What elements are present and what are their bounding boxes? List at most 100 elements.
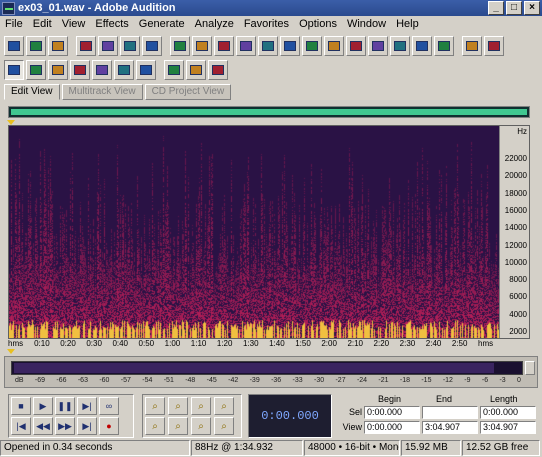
trim-icon xyxy=(306,41,318,51)
cd-button[interactable] xyxy=(48,36,68,56)
level-label: 0 xyxy=(517,377,521,384)
stop-icon: ■ xyxy=(18,401,24,411)
menu-generate[interactable]: Generate xyxy=(134,18,190,30)
zoom-out-button[interactable]: ⌕ xyxy=(168,397,188,415)
zoom-button[interactable] xyxy=(324,36,344,56)
favorites-button[interactable] xyxy=(164,60,184,80)
spectral-button[interactable] xyxy=(368,36,388,56)
wave-button[interactable] xyxy=(4,60,24,80)
zoom-full-button[interactable]: ⌕ xyxy=(191,397,211,415)
smpte-button[interactable] xyxy=(136,60,156,80)
menu-window[interactable]: Window xyxy=(342,18,391,30)
cut-button[interactable] xyxy=(142,36,162,56)
go-to-start-button[interactable]: |◀ xyxy=(11,417,31,435)
paste-button[interactable] xyxy=(258,36,278,56)
time-label: 2:00 xyxy=(321,339,337,348)
waveform-view-button[interactable] xyxy=(26,36,46,56)
menu-view[interactable]: View xyxy=(57,18,91,30)
record-button[interactable]: ● xyxy=(99,417,119,435)
loop-button[interactable]: ∞ xyxy=(99,397,119,415)
zoom-full-icon: ⌕ xyxy=(198,400,204,412)
fast-forward-button[interactable]: ▶▶ xyxy=(55,417,75,435)
go-to-end-button[interactable]: ▶| xyxy=(77,417,97,435)
marker-button[interactable] xyxy=(390,36,410,56)
marquee-tool-button[interactable] xyxy=(484,36,504,56)
play-button[interactable]: ▶ xyxy=(33,397,53,415)
stop-button[interactable]: ■ xyxy=(11,397,31,415)
sel-end-field[interactable] xyxy=(422,406,478,419)
meter-button[interactable] xyxy=(26,60,46,80)
new-file-button[interactable] xyxy=(76,36,96,56)
status-format: 48000 • 16-bit • Mono xyxy=(304,440,400,456)
zoom-in-vertical-icon: ⌕ xyxy=(152,420,158,432)
level-meter-reset-button[interactable] xyxy=(525,361,535,375)
menu-file[interactable]: File xyxy=(0,18,28,30)
hz-label: 18000 xyxy=(504,188,527,198)
menu-options[interactable]: Options xyxy=(294,18,342,30)
sel-length-field[interactable]: 0:00.000 xyxy=(480,406,536,419)
menu-effects[interactable]: Effects xyxy=(90,18,133,30)
zoom-out-vertical-button[interactable]: ⌕ xyxy=(168,417,188,435)
time-ruler[interactable]: hms 0:10 0:20 0:30 0:40 0:50 1:00 1:10 1:20 1:30 1… xyxy=(8,339,500,351)
sel-begin-field[interactable]: 0:00.000 xyxy=(364,406,420,419)
play-to-end-button[interactable]: ▶| xyxy=(77,397,97,415)
app-icon[interactable] xyxy=(2,1,15,15)
tab-multitrack-view[interactable]: Multitrack View xyxy=(61,84,143,100)
view-length-field[interactable]: 3:04.907 xyxy=(480,421,536,434)
scissors-button[interactable] xyxy=(214,36,234,56)
open-file-button[interactable] xyxy=(98,36,118,56)
menu-favorites[interactable]: Favorites xyxy=(239,18,294,30)
menu-help[interactable]: Help xyxy=(391,18,424,30)
copy-button[interactable] xyxy=(236,36,256,56)
level-label: -15 xyxy=(421,377,432,384)
view-begin-field[interactable]: 0:00.000 xyxy=(364,421,420,434)
view-end-field[interactable]: 3:04.907 xyxy=(422,421,478,434)
tab-cd-project-view[interactable]: CD Project View xyxy=(144,84,232,100)
rewind-button[interactable]: ◀◀ xyxy=(33,417,53,435)
trim-button[interactable] xyxy=(302,36,322,56)
close-button[interactable]: × xyxy=(524,1,540,15)
mix-paste-button[interactable] xyxy=(280,36,300,56)
spectral-display[interactable]: Hz 22000 20000 18000 16000 14000 12000 10000 800… xyxy=(8,125,530,339)
undo-button[interactable] xyxy=(170,36,190,56)
zoom-right-button[interactable]: ⌕ xyxy=(214,417,234,435)
zoom-icon xyxy=(328,41,340,51)
overview-bar[interactable] xyxy=(8,106,530,118)
hz-label: 10000 xyxy=(504,257,527,267)
pause-icon: ❚❚ xyxy=(57,400,73,411)
multitrack-view-button[interactable] xyxy=(4,36,24,56)
zoom-in-vertical-button[interactable]: ⌕ xyxy=(145,417,165,435)
menu-edit[interactable]: Edit xyxy=(28,18,57,30)
overview-range[interactable] xyxy=(11,109,527,115)
pause-button[interactable]: ❚❚ xyxy=(55,397,75,415)
time-label: 1:20 xyxy=(216,339,233,348)
hz-label: 20000 xyxy=(504,171,527,181)
zoom-in-button[interactable]: ⌕ xyxy=(145,397,165,415)
filter-button[interactable] xyxy=(48,60,68,80)
sample-button[interactable] xyxy=(70,60,90,80)
ms-button[interactable] xyxy=(92,60,112,80)
script-button[interactable] xyxy=(186,60,206,80)
snap-button[interactable] xyxy=(412,36,432,56)
main-toolbar xyxy=(4,34,506,58)
tab-edit-view[interactable]: Edit View xyxy=(4,84,60,100)
cursor-marker-icon[interactable] xyxy=(7,349,15,354)
settings-button[interactable] xyxy=(208,60,228,80)
copy-icon xyxy=(240,41,252,51)
scissors-icon xyxy=(218,41,230,51)
menu-analyze[interactable]: Analyze xyxy=(190,18,239,30)
minimize-button[interactable]: _ xyxy=(488,1,504,15)
bbs-button[interactable] xyxy=(114,60,134,80)
save-button[interactable] xyxy=(120,36,140,56)
time-label: 1:30 xyxy=(243,339,259,348)
cursor-tool-button[interactable] xyxy=(462,36,482,56)
zoom-selection-button[interactable]: ⌕ xyxy=(214,397,234,415)
new-file-icon xyxy=(80,41,92,51)
zoom-left-button[interactable]: ⌕ xyxy=(191,417,211,435)
grid-button[interactable] xyxy=(346,36,366,56)
redo-button[interactable] xyxy=(192,36,212,56)
snap-icon xyxy=(416,41,428,51)
frame-button[interactable] xyxy=(434,36,454,56)
spectrogram[interactable] xyxy=(9,126,501,338)
maximize-button[interactable]: □ xyxy=(506,1,522,15)
